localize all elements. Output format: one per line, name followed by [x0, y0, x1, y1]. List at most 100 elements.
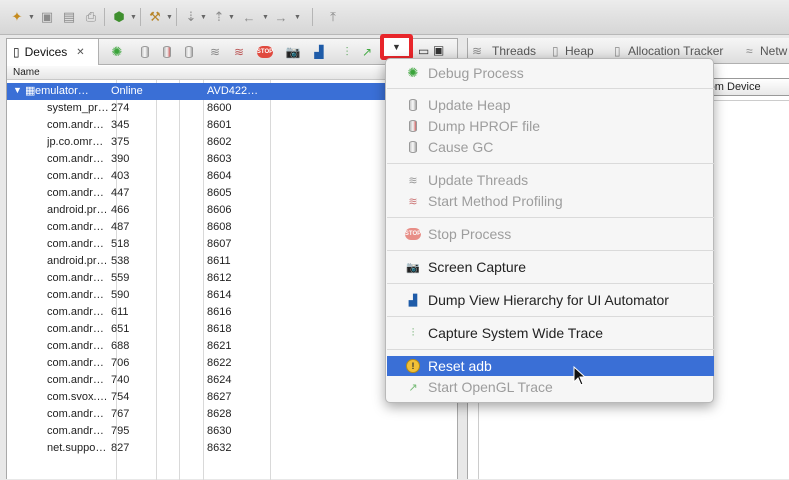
menu-item-cause-gc[interactable]: Cause GC — [387, 137, 714, 157]
tab-network[interactable]: Netw — [760, 44, 787, 58]
menu-item-dump-view-hierarchy[interactable]: ▟ Dump View Hierarchy for UI Automator — [387, 290, 714, 310]
systrace-icon[interactable]: ⫶ — [337, 42, 357, 62]
tab-heap[interactable]: Heap — [565, 44, 594, 58]
process-pid: 740 — [111, 374, 130, 386]
print-icon[interactable]: ⎙ — [82, 8, 100, 26]
process-port: 8628 — [207, 408, 232, 420]
process-name: com.andr… — [47, 170, 104, 182]
tab-allocation-tracker[interactable]: Allocation Tracker — [628, 44, 723, 58]
menu-item-reset-adb[interactable]: ! Reset adb — [387, 356, 714, 376]
process-name: com.andr… — [47, 289, 104, 301]
main-toolbar: ✦ ▼ ▣ ▤ ⎙ ⬢ ▼ ⚒ ▼ ⇣ ▼ ⇡ ▼ ← ▼ → ▼ ⤒ — [0, 0, 789, 35]
next-annotation-dropdown-icon[interactable]: ▼ — [200, 14, 207, 21]
process-pid: 827 — [111, 442, 130, 454]
tab-threads[interactable]: Threads — [492, 44, 536, 58]
update-heap-icon[interactable] — [135, 42, 155, 62]
process-pid: 688 — [111, 340, 130, 352]
menu-item-screen-capture[interactable]: 📷 Screen Capture — [387, 257, 714, 277]
process-name: com.svox.… — [47, 391, 108, 403]
process-pid: 795 — [111, 425, 130, 437]
maximize-icon[interactable]: ▣ — [433, 43, 444, 57]
threads-icon: ≋ — [472, 44, 483, 58]
process-pid: 447 — [111, 187, 130, 199]
process-name: com.andr… — [47, 119, 104, 131]
process-port: 8603 — [207, 153, 232, 165]
process-pid: 611 — [111, 306, 129, 318]
process-port: 8621 — [207, 340, 232, 352]
forward-icon[interactable]: → — [272, 8, 290, 26]
prev-annotation-icon[interactable]: ⇡ — [210, 8, 228, 26]
new-icon[interactable]: ✦ — [8, 8, 26, 26]
magic-wand-icon[interactable]: ⚒ — [146, 8, 164, 26]
forward-dropdown-icon[interactable]: ▼ — [294, 14, 301, 21]
process-pid: 390 — [111, 153, 130, 165]
debug-icon[interactable]: ✺ — [107, 42, 127, 62]
process-pid: 767 — [111, 408, 130, 420]
process-name: jp.co.omr… — [47, 136, 104, 148]
update-heap-icon — [405, 97, 421, 113]
process-name: com.andr… — [47, 272, 104, 284]
process-name: com.andr… — [47, 153, 104, 165]
name-column-header[interactable]: Name — [13, 67, 40, 78]
view-menu-button[interactable]: ▼ — [380, 34, 413, 60]
process-pid: 518 — [111, 238, 130, 250]
cause-gc-icon — [405, 139, 421, 155]
process-port: 8618 — [207, 323, 232, 335]
menu-item-debug-process[interactable]: ✺ Debug Process — [387, 63, 714, 83]
menu-item-start-method-profiling[interactable]: ≋ Start Method Profiling — [387, 191, 714, 211]
view-hierarchy-icon[interactable]: ▟ — [309, 42, 329, 62]
process-pid: 706 — [111, 357, 130, 369]
save-icon[interactable]: ▣ — [38, 8, 56, 26]
run-icon[interactable]: ⬢ — [110, 8, 128, 26]
heap-icon: ▯ — [552, 44, 559, 58]
back-icon[interactable]: ← — [240, 8, 258, 26]
menu-item-update-heap[interactable]: Update Heap — [387, 95, 714, 115]
devices-tab[interactable]: ▯ Devices ✕ — [7, 39, 99, 65]
prev-annotation-dropdown-icon[interactable]: ▼ — [228, 14, 235, 21]
menu-item-stop-process[interactable]: STOP Stop Process — [387, 224, 714, 244]
process-name: com.andr… — [47, 374, 104, 386]
opengl-trace-icon[interactable]: ↗ — [357, 42, 377, 62]
back-dropdown-icon[interactable]: ▼ — [262, 14, 269, 21]
dump-hprof-icon — [405, 118, 421, 134]
mouse-pointer-icon — [573, 366, 587, 386]
menu-item-start-opengl-trace[interactable]: ↗ Start OpenGL Trace — [387, 377, 714, 397]
phone-icon: ▯ — [13, 45, 20, 59]
process-name: android.pr… — [47, 255, 108, 267]
pin-editor-icon[interactable]: ⤒ — [324, 8, 342, 26]
process-pid: 375 — [111, 136, 130, 148]
process-row[interactable]: net.suppo… 827 8632 — [7, 440, 457, 457]
wand-dropdown-icon[interactable]: ▼ — [166, 14, 173, 21]
minimize-icon[interactable]: ▭ — [418, 44, 429, 58]
warning-icon: ! — [405, 358, 421, 374]
menu-item-dump-hprof[interactable]: Dump HPROF file — [387, 116, 714, 136]
new-dropdown-icon[interactable]: ▼ — [28, 14, 35, 21]
emulator-icon: ▦ — [25, 85, 36, 97]
process-port: 8606 — [207, 204, 232, 216]
process-port: 8608 — [207, 221, 232, 233]
process-pid: 345 — [111, 119, 130, 131]
method-profiling-icon[interactable]: ≋ — [229, 42, 249, 62]
menu-item-capture-system-trace[interactable]: ⫶ Capture System Wide Trace — [387, 323, 714, 343]
device-avd: AVD422… — [207, 85, 259, 97]
stop-icon: STOP — [405, 226, 421, 242]
collapse-arrow-icon[interactable]: ▼ — [13, 85, 22, 95]
update-threads-icon[interactable]: ≋ — [205, 42, 225, 62]
method-profiling-icon: ≋ — [408, 195, 418, 208]
close-icon[interactable]: ✕ — [76, 47, 84, 58]
process-name: com.andr… — [47, 187, 104, 199]
dump-hprof-icon[interactable] — [157, 42, 177, 62]
next-annotation-icon[interactable]: ⇣ — [182, 8, 200, 26]
process-row[interactable]: com.andr… 795 8630 — [7, 423, 457, 440]
cause-gc-icon[interactable] — [179, 42, 199, 62]
save-all-icon[interactable]: ▤ — [60, 8, 78, 26]
process-name: com.andr… — [47, 221, 104, 233]
process-pid: 466 — [111, 204, 130, 216]
process-name: com.andr… — [47, 408, 104, 420]
menu-item-update-threads[interactable]: ≋ Update Threads — [387, 170, 714, 190]
run-dropdown-icon[interactable]: ▼ — [130, 14, 137, 21]
process-row[interactable]: com.andr… 767 8628 — [7, 406, 457, 423]
stop-process-icon[interactable]: STOP — [255, 42, 275, 62]
process-port: 8612 — [207, 272, 232, 284]
screen-capture-icon[interactable]: 📷 — [283, 42, 303, 62]
